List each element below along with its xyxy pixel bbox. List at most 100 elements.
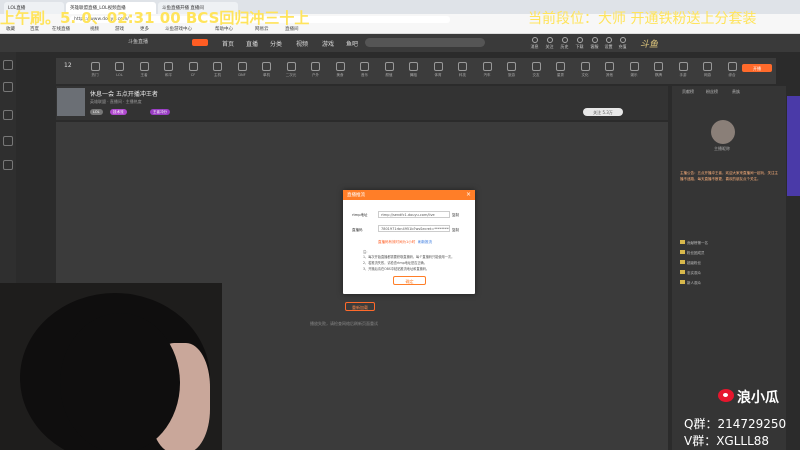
- category-item[interactable]: 娱乐: [623, 62, 645, 78]
- category-item[interactable]: 综合: [721, 62, 743, 78]
- category-item[interactable]: 体育: [427, 62, 449, 78]
- category-icon: [654, 62, 663, 71]
- right-edge-toolbar[interactable]: [787, 96, 800, 196]
- copy-key-button[interactable]: 复制: [452, 228, 459, 233]
- category-icon: [213, 62, 222, 71]
- player-error-text: 播放失败，请检查网络后刷新页面重试: [310, 321, 378, 326]
- category-item[interactable]: 颜值: [378, 62, 400, 78]
- category-icon: [409, 62, 418, 71]
- sidebar-video-icon[interactable]: [3, 136, 13, 146]
- confirm-button[interactable]: 确定: [393, 276, 426, 285]
- category-icon: [286, 62, 296, 71]
- category-item[interactable]: 王者: [133, 62, 155, 78]
- nav-category[interactable]: 分类: [270, 39, 282, 48]
- category-item[interactable]: 文化: [574, 62, 596, 78]
- category-icon: [580, 62, 590, 71]
- nav-home[interactable]: 首页: [222, 39, 234, 48]
- rank-item[interactable]: 新人观众: [680, 280, 701, 286]
- room-tag[interactable]: 王者冲分: [150, 109, 170, 115]
- tab-contribution[interactable]: 贡献榜: [682, 89, 694, 95]
- rank-item[interactable]: 忠实观众: [680, 270, 701, 276]
- message-icon[interactable]: 消息: [530, 37, 539, 50]
- category-item[interactable]: 星秀: [550, 62, 572, 78]
- category-item[interactable]: 和平: [158, 62, 180, 78]
- history-icon[interactable]: 历史: [560, 37, 569, 50]
- modal-note: 3、开播后请在OBS中粘贴推流地址和直播码。: [363, 267, 430, 271]
- service-icon[interactable]: 客服: [590, 37, 599, 50]
- category-item[interactable]: 舞蹈: [403, 62, 425, 78]
- copy-rtmp-button[interactable]: 复制: [452, 213, 459, 218]
- tab-fans[interactable]: 粉丝榜: [706, 89, 718, 95]
- nav-bar[interactable]: 鱼吧: [346, 39, 358, 48]
- rtmp-address-field[interactable]: rtmp://sendfc1.douyu.com/live: [378, 211, 450, 218]
- nav-video[interactable]: 视频: [296, 39, 308, 48]
- room-tag[interactable]: 技术流: [110, 109, 127, 115]
- header-banner: 斗鱼: [640, 40, 659, 50]
- category-icon: [458, 62, 467, 71]
- retry-button[interactable]: 重新加载: [345, 302, 375, 311]
- nav-game[interactable]: 游戏: [322, 39, 334, 48]
- modal-header: 直播推流: [343, 190, 475, 200]
- sidebar-follow-icon[interactable]: [3, 82, 13, 92]
- anchor-avatar[interactable]: [711, 120, 735, 144]
- category-item[interactable]: 热门: [84, 62, 106, 78]
- site-logo[interactable]: 斗鱼直播: [128, 38, 210, 48]
- category-icon: [237, 62, 247, 71]
- sidebar-category-icon[interactable]: [3, 110, 13, 120]
- category-item[interactable]: 棋牌: [648, 62, 670, 78]
- category-item[interactable]: CF: [182, 62, 204, 77]
- tab-noble[interactable]: 贵族: [732, 89, 740, 95]
- rank-badge-icon: [680, 240, 685, 244]
- modal-note: 2、若推流失败，请检查rtmp地址是否正确。: [363, 261, 427, 265]
- category-item[interactable]: 户外: [305, 62, 327, 78]
- weibo-icon: [718, 389, 734, 402]
- category-item[interactable]: 其他: [599, 62, 621, 78]
- category-icon: [605, 62, 614, 71]
- rank-item[interactable]: 超级粉丝: [680, 260, 701, 266]
- sidebar-home-icon[interactable]: [3, 60, 13, 70]
- category-item[interactable]: 主机: [207, 62, 229, 78]
- category-item[interactable]: 美食: [329, 62, 351, 78]
- recharge-icon[interactable]: 充值: [618, 37, 627, 50]
- category-icon: [164, 62, 173, 71]
- category-item[interactable]: 二次元: [280, 62, 302, 78]
- download-icon[interactable]: 下载: [575, 37, 584, 50]
- category-icon: [115, 62, 124, 71]
- category-item[interactable]: 手游: [672, 62, 694, 78]
- nav-live[interactable]: 直播: [246, 39, 258, 48]
- category-item[interactable]: 旅游: [501, 62, 523, 78]
- category-icon: [703, 62, 712, 71]
- category-item[interactable]: DNF: [231, 62, 253, 77]
- category-icon: [90, 62, 100, 71]
- category-count: 12: [64, 62, 72, 69]
- room-avatar[interactable]: [57, 88, 85, 116]
- room-subtitle: 英雄联盟 · 直播间 · 主播热度: [90, 99, 142, 104]
- close-icon[interactable]: ×: [466, 191, 471, 198]
- follow-button[interactable]: 关注 5.3万: [583, 108, 623, 116]
- category-item[interactable]: LOL: [109, 62, 131, 77]
- anchor-bulletin: 主播公告：五点开播冲王者，欢迎大家来直播间一起玩，关注主播不迷路，每天直播不断更…: [680, 171, 778, 181]
- category-item[interactable]: 汽车: [476, 62, 498, 78]
- refresh-key-link[interactable]: 刷新推流: [418, 240, 432, 245]
- category-item[interactable]: 交友: [525, 62, 547, 78]
- category-item[interactable]: 音乐: [354, 62, 376, 78]
- category-icon: [139, 62, 149, 71]
- category-icon: [335, 62, 345, 71]
- category-icon: [531, 62, 541, 71]
- rank-item[interactable]: 粉丝团成员: [680, 250, 705, 256]
- category-item[interactable]: 网游: [697, 62, 719, 78]
- category-item[interactable]: 科技: [452, 62, 474, 78]
- category-icon: [556, 62, 565, 71]
- stream-key-field[interactable]: 7801971rbn4951b?wsSecret=*********: [378, 225, 450, 232]
- category-icon: [507, 62, 516, 71]
- category-icon: [360, 62, 369, 71]
- settings-icon[interactable]: 设置: [604, 37, 613, 50]
- qq-group: Q群：214729250: [684, 417, 787, 431]
- search-input[interactable]: [365, 38, 485, 47]
- rank-item[interactable]: 贡献榜第一名: [680, 240, 708, 246]
- follow-icon[interactable]: 关注: [545, 37, 554, 50]
- category-item[interactable]: 单机: [256, 62, 278, 78]
- sidebar-game-icon[interactable]: [3, 160, 13, 170]
- room-tag[interactable]: LOL: [90, 109, 103, 115]
- start-live-button[interactable]: 开播: [742, 64, 772, 72]
